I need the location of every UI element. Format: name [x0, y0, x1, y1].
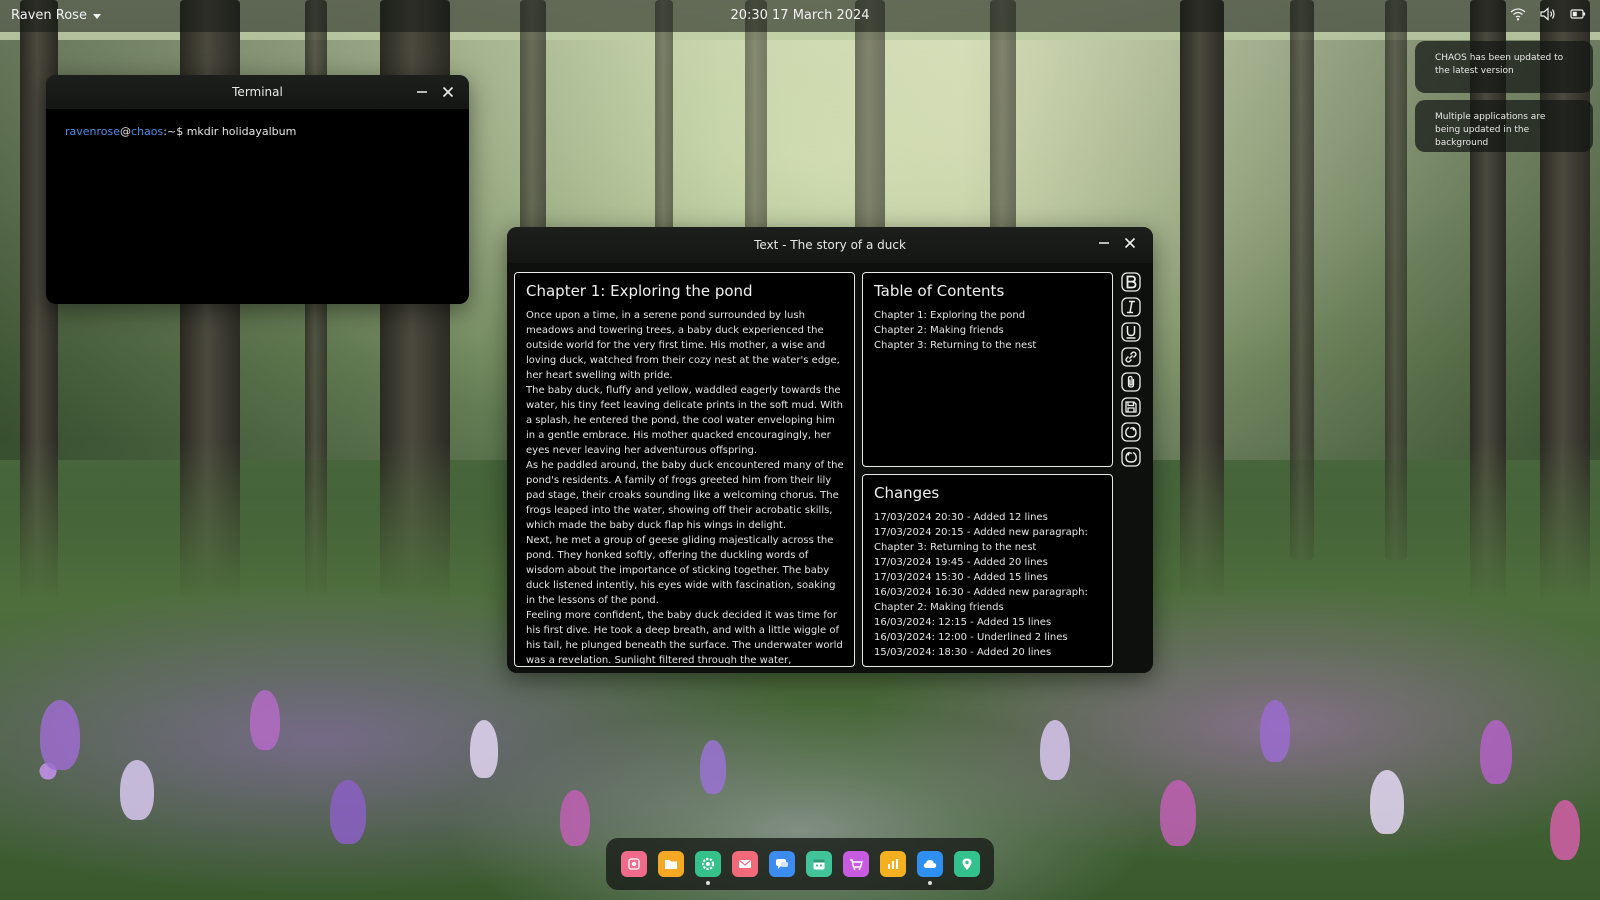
- charts-icon[interactable]: [879, 851, 906, 877]
- change-entry: 17/03/2024 20:30 - Added 12 lines: [874, 512, 1048, 523]
- flower: [1260, 700, 1290, 762]
- maps-icon[interactable]: [953, 851, 980, 877]
- battery-icon[interactable]: [1570, 8, 1586, 20]
- terminal-at: @: [120, 125, 132, 138]
- mail-icon[interactable]: [731, 851, 758, 877]
- attach-icon[interactable]: [1121, 372, 1141, 392]
- minimize-button[interactable]: [1096, 235, 1112, 251]
- change-entry: Chapter 2: Making friends: [874, 602, 1004, 613]
- flower: [250, 690, 280, 750]
- change-entry: 17/03/2024 20:15 - Added new paragraph:: [874, 527, 1088, 538]
- window-title: Terminal: [232, 85, 283, 99]
- change-entry: 16/03/2024: 12:00 - Underlined 2 lines: [874, 632, 1068, 643]
- paragraph: Next, he met a group of geese gliding ma…: [526, 535, 836, 606]
- changes-list: 17/03/2024 20:30 - Added 12 lines 17/03/…: [863, 510, 1112, 660]
- change-entry: Chapter 3: Returning to the nest: [874, 542, 1037, 553]
- settings-icon[interactable]: [694, 851, 721, 885]
- clock[interactable]: 20:30 17 March 2024: [0, 8, 1600, 23]
- flower: [1480, 720, 1512, 784]
- change-entry: 17/03/2024 19:45 - Added 20 lines: [874, 557, 1048, 568]
- change-entry: 15/03/2024: 18:30 - Added 20 lines: [874, 647, 1052, 658]
- volume-icon[interactable]: [1540, 7, 1556, 21]
- notification-text: CHAOS has been updated to the latest ver…: [1435, 53, 1564, 76]
- change-entry: 16/03/2024: 12:15 - Added 15 lines: [874, 617, 1052, 628]
- flower: [560, 790, 590, 846]
- link-icon[interactable]: [1121, 347, 1141, 367]
- paragraph: Once upon a time, in a serene pond surro…: [526, 310, 840, 381]
- formatting-toolbar: [1121, 272, 1141, 467]
- chapter-title: Chapter 1: Exploring the pond: [526, 282, 753, 300]
- flower: [120, 760, 154, 820]
- notification-text: Multiple applications are being updated …: [1435, 112, 1546, 148]
- italic-icon[interactable]: [1121, 297, 1141, 317]
- system-tray: [1510, 7, 1586, 21]
- store-icon[interactable]: [842, 851, 869, 877]
- redo-icon[interactable]: [1121, 447, 1141, 467]
- cloud-icon[interactable]: [916, 851, 943, 885]
- minimize-button[interactable]: [414, 84, 430, 100]
- save-icon[interactable]: [1121, 397, 1141, 417]
- document-panel[interactable]: Chapter 1: Exploring the pond Once upon …: [514, 272, 855, 667]
- paragraph: Feeling more confident, the baby duck de…: [526, 610, 843, 664]
- change-entry: 16/03/2024 16:30 - Added new paragraph:: [874, 587, 1088, 598]
- flower: [1550, 800, 1580, 860]
- notification-card[interactable]: CHAOS has been updated to the latest ver…: [1415, 41, 1593, 93]
- top-bar: Raven Rose 20:30 17 March 2024: [0, 0, 1600, 32]
- window-title: Text - The story of a duck: [754, 238, 906, 252]
- document-text[interactable]: Once upon a time, in a serene pond surro…: [515, 308, 854, 664]
- running-indicator: [705, 881, 710, 885]
- flower: [700, 740, 726, 794]
- flower: [1370, 770, 1404, 834]
- photos-icon[interactable]: [620, 851, 647, 877]
- changes-panel: Changes 17/03/2024 20:30 - Added 12 line…: [862, 474, 1113, 667]
- wifi-icon[interactable]: [1510, 7, 1526, 21]
- paragraph: The baby duck, fluffy and yellow, waddle…: [526, 385, 843, 456]
- terminal-command: mkdir holidayalbum: [186, 125, 297, 138]
- change-entry: 17/03/2024 15:30 - Added 15 lines: [874, 572, 1048, 583]
- terminal-titlebar[interactable]: Terminal: [46, 75, 469, 109]
- flower: [1160, 780, 1196, 846]
- toc-list: Chapter 1: Exploring the pond Chapter 2:…: [863, 308, 1112, 353]
- close-button[interactable]: [440, 84, 456, 100]
- dock: [606, 838, 994, 890]
- notification-card[interactable]: Multiple applications are being updated …: [1415, 100, 1593, 152]
- terminal-host: chaos: [131, 125, 164, 138]
- undo-icon[interactable]: [1121, 422, 1141, 442]
- terminal-window: Terminal ravenrose@chaos:~$ mkdir holida…: [46, 75, 469, 304]
- close-button[interactable]: [1122, 235, 1138, 251]
- paragraph: As he paddled around, the baby duck enco…: [526, 460, 844, 531]
- toc-item[interactable]: Chapter 1: Exploring the pond: [874, 308, 1101, 323]
- toc-heading: Table of Contents: [874, 282, 1005, 300]
- terminal-output[interactable]: ravenrose@chaos:~$ mkdir holidayalbum: [46, 109, 469, 154]
- flower: [470, 720, 498, 778]
- underline-icon[interactable]: [1121, 322, 1141, 342]
- files-icon[interactable]: [657, 851, 684, 877]
- calendar-icon[interactable]: [805, 851, 832, 877]
- bold-icon[interactable]: [1121, 272, 1141, 292]
- toc-panel: Table of Contents Chapter 1: Exploring t…: [862, 272, 1113, 467]
- running-indicator: [927, 881, 932, 885]
- terminal-user: ravenrose: [65, 125, 121, 138]
- editor-titlebar[interactable]: Text - The story of a duck: [507, 227, 1153, 263]
- flower: [40, 700, 80, 770]
- changes-heading: Changes: [874, 484, 940, 502]
- messages-icon[interactable]: [768, 851, 795, 877]
- toc-item[interactable]: Chapter 2: Making friends: [874, 323, 1101, 338]
- toc-item[interactable]: Chapter 3: Returning to the nest: [874, 338, 1101, 353]
- terminal-prompt: :~$: [163, 125, 187, 138]
- flower: [330, 780, 366, 844]
- flower: [1040, 720, 1070, 780]
